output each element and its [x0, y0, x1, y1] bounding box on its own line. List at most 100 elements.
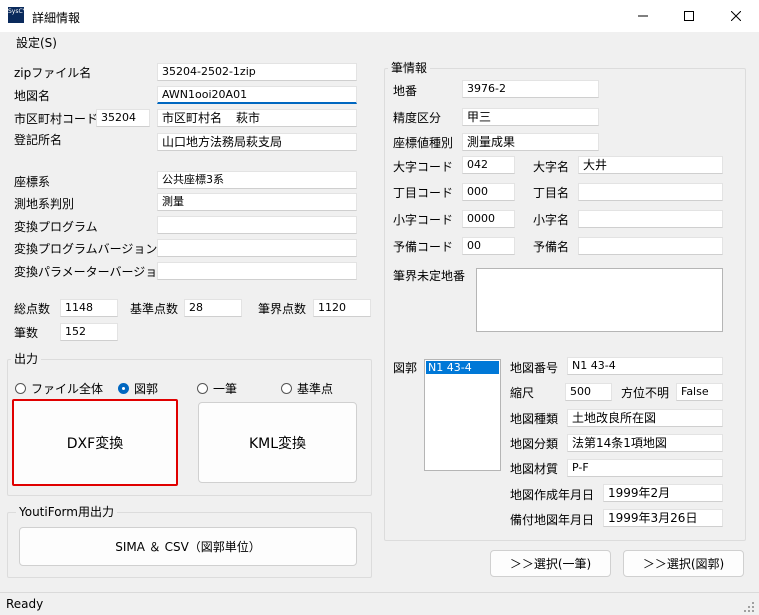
sima-csv-button[interactable]: SIMA ＆ CSV（図郭単位）	[19, 527, 357, 566]
title-bar: SysCY 詳細情報	[0, 0, 759, 32]
direction-field[interactable]: False	[676, 383, 723, 401]
map-no-label: 地図番号	[510, 361, 559, 375]
geodetic-label: 測地系判別	[14, 197, 75, 211]
map-no-field[interactable]: N1 43-4	[567, 357, 723, 375]
zip-label: zipファイル名	[14, 66, 92, 80]
dxf-convert-button[interactable]: DXF変換	[12, 399, 178, 486]
created-date-field[interactable]: 1999年2月	[603, 484, 723, 502]
yobi-name-label: 予備名	[533, 240, 570, 254]
program-field[interactable]	[157, 216, 357, 234]
kml-convert-button[interactable]: KML変換	[198, 402, 357, 483]
total-points-label: 総点数	[14, 302, 51, 316]
city-name-field[interactable]: 市区町村名 萩市	[157, 109, 357, 127]
menu-settings[interactable]: 設定(S)	[16, 36, 57, 50]
resize-grip-icon[interactable]	[744, 602, 755, 613]
radio-kijunten-label: 基準点	[297, 382, 334, 396]
zukaku-label: 図郭	[393, 361, 418, 375]
precision-label: 精度区分	[393, 111, 442, 125]
oaza-name-field[interactable]: 大井	[578, 156, 723, 174]
radio-ippitsu[interactable]: 一筆	[197, 380, 237, 397]
parcel-count-label: 筆数	[14, 326, 39, 340]
param-version-label: 変換パラメーターバージョン	[14, 265, 170, 279]
registry-label: 登記所名	[14, 133, 63, 147]
registry-date-label: 備付地図年月日	[510, 513, 595, 527]
total-points-field[interactable]: 1148	[60, 299, 118, 317]
minimize-icon	[638, 15, 648, 17]
chiban-label: 地番	[393, 84, 418, 98]
undetermined-label: 筆界未定地番	[393, 269, 466, 283]
koaza-code-label: 小字コード	[393, 213, 454, 227]
material-field[interactable]: P-F	[567, 459, 723, 477]
yobi-name-field[interactable]	[578, 237, 723, 255]
direction-label: 方位不明	[621, 386, 670, 400]
program-label: 変換プログラム	[14, 220, 98, 234]
undetermined-textarea[interactable]	[476, 268, 723, 332]
coord-type-field[interactable]: 測量成果	[462, 133, 599, 151]
chome-code-field[interactable]: 000	[462, 183, 515, 201]
registry-field[interactable]: 山口地方法務局萩支局	[157, 133, 357, 151]
oaza-code-field[interactable]: 042	[462, 156, 515, 174]
zip-field[interactable]: 35204-2502-1zip	[157, 63, 357, 81]
map-class-field[interactable]: 法第14条1項地図	[567, 434, 723, 452]
select-ippitsu-button[interactable]: ＞＞選択(一筆)	[490, 550, 611, 577]
program-version-field[interactable]	[157, 239, 357, 257]
boundary-points-label: 筆界点数	[258, 302, 307, 316]
map-type-label: 地図種類	[510, 412, 559, 426]
scale-field[interactable]: 500	[565, 383, 612, 401]
boundary-points-field[interactable]: 1120	[313, 299, 371, 317]
city-code-label: 市区町村コード	[14, 112, 99, 126]
radio-zukaku[interactable]: 図郭	[118, 380, 158, 397]
created-date-label: 地図作成年月日	[510, 488, 595, 502]
parcel-count-field[interactable]: 152	[60, 323, 118, 341]
radio-ippitsu-label: 一筆	[213, 382, 238, 396]
map-name-field[interactable]: AWN1ooi20A01	[157, 86, 357, 104]
app-icon: SysCY	[8, 7, 26, 23]
registry-date-field[interactable]: 1999年3月26日	[603, 509, 723, 527]
param-version-field[interactable]	[157, 262, 357, 280]
radio-file-all-circle	[15, 383, 26, 394]
status-text: Ready	[6, 597, 44, 611]
parcel-info-title: 筆情報	[388, 61, 431, 75]
chome-name-label: 丁目名	[533, 186, 570, 200]
output-group-title: 出力	[11, 352, 42, 366]
radio-file-all[interactable]: ファイル全体	[15, 380, 103, 397]
oaza-code-label: 大字コード	[393, 160, 454, 174]
city-name-value: 萩市	[236, 111, 261, 125]
yobi-code-field[interactable]: 00	[462, 237, 515, 255]
map-type-field[interactable]: 土地改良所在図	[567, 409, 723, 427]
map-name-label: 地図名	[14, 89, 51, 103]
koaza-name-field[interactable]	[578, 210, 723, 228]
city-code-field[interactable]: 35204	[96, 109, 150, 127]
close-icon	[731, 11, 741, 21]
zukaku-list-item[interactable]: N1 43-4	[426, 361, 499, 374]
map-class-label: 地図分類	[510, 437, 559, 451]
ref-points-label: 基準点数	[130, 302, 179, 316]
chiban-field[interactable]: 3976-2	[462, 80, 599, 98]
koaza-name-label: 小字名	[533, 213, 570, 227]
coord-type-label: 座標値種別	[393, 136, 454, 150]
menu-bar: 設定(S)	[0, 32, 759, 54]
ref-points-field[interactable]: 28	[184, 299, 242, 317]
koaza-code-field[interactable]: 0000	[462, 210, 515, 228]
program-version-label: 変換プログラムバージョン	[14, 242, 158, 256]
window-title: 詳細情報	[32, 11, 81, 25]
select-zukaku-button[interactable]: ＞＞選択(図郭)	[623, 550, 744, 577]
geodetic-field[interactable]: 測量	[157, 193, 357, 211]
zukaku-listbox[interactable]: N1 43-4	[424, 359, 501, 471]
scale-label: 縮尺	[510, 386, 535, 400]
coord-system-label: 座標系	[14, 175, 51, 189]
coord-system-field[interactable]: 公共座標3系	[157, 171, 357, 189]
close-button[interactable]	[713, 0, 759, 32]
radio-ippitsu-circle	[197, 383, 208, 394]
chome-code-label: 丁目コード	[393, 186, 454, 200]
radio-zukaku-circle	[118, 383, 129, 394]
maximize-button[interactable]	[666, 0, 712, 32]
precision-field[interactable]: 甲三	[462, 108, 599, 126]
oaza-name-label: 大字名	[533, 160, 570, 174]
city-name-label: 市区町村名	[162, 111, 223, 125]
radio-kijunten[interactable]: 基準点	[281, 380, 333, 397]
minimize-button[interactable]	[620, 0, 666, 32]
chome-name-field[interactable]	[578, 183, 723, 201]
yobi-code-label: 予備コード	[393, 240, 454, 254]
radio-zukaku-label: 図郭	[134, 382, 159, 396]
